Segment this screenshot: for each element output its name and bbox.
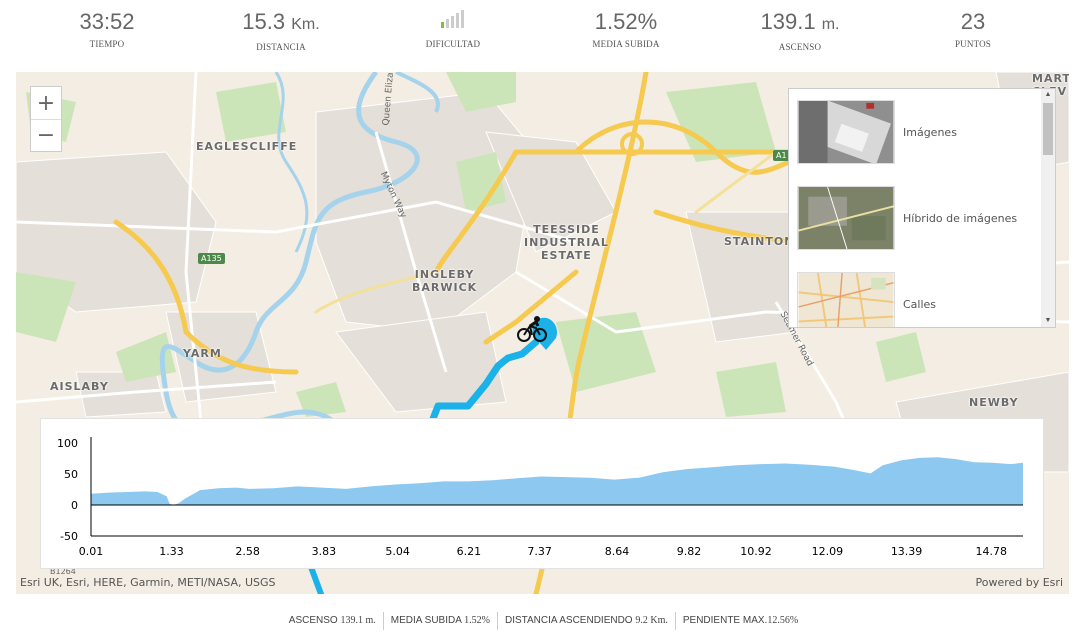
stats-header: 33:52 TIEMPO 15.3 Km. DISTANCIA DIFICULT… xyxy=(0,0,1087,60)
x-tick-label: 3.83 xyxy=(312,545,337,558)
footer-ascenso-label: ASCENSO xyxy=(288,615,338,626)
stat-tiempo-label: TIEMPO xyxy=(89,39,125,49)
footer-distancia-ascendiendo: DISTANCIA ASCENDIENDO 9.2 Km. xyxy=(496,612,675,630)
x-tick-label: 12.09 xyxy=(812,545,844,558)
x-tick-label: 10.92 xyxy=(740,545,772,558)
x-tick-label: 9.82 xyxy=(677,545,702,558)
elevation-profile: 100 50 0 -50 0.01 1.33 2.58 3.83 5.04 6.21 7.37 8.6… xyxy=(40,418,1044,569)
map-label-yarm: YARM xyxy=(183,347,222,360)
stat-tiempo-value: 33:52 xyxy=(79,9,135,34)
zoom-control: + − xyxy=(30,86,62,152)
elevation-area xyxy=(91,457,1023,505)
footer-pendiente-max-label: PENDIENTE MAX. xyxy=(682,615,768,626)
basemap-option-hibrido[interactable]: Híbrido de imágenes xyxy=(797,185,1037,251)
stat-distancia-value: 15.3 Km. xyxy=(196,8,366,39)
gallery-scrollbar[interactable]: ▲ ▼ xyxy=(1041,89,1055,327)
x-tick-label: 5.04 xyxy=(385,545,410,558)
map-label-stainton: STAINTON xyxy=(724,235,795,248)
x-tick-label: 1.33 xyxy=(159,545,184,558)
stat-distancia-unit: Km. xyxy=(291,16,320,33)
cyclist-icon[interactable] xyxy=(516,314,548,344)
footer-ascenso-value: 139.1 m. xyxy=(340,615,376,626)
difficulty-bar xyxy=(451,16,454,28)
scroll-down-icon[interactable]: ▼ xyxy=(1041,315,1055,327)
basemap-label-hibrido: Híbrido de imágenes xyxy=(903,211,1018,225)
x-tick-label: 13.39 xyxy=(891,545,923,558)
footer-distancia-ascendiendo-label: DISTANCIA ASCENDIENDO xyxy=(504,615,633,626)
stat-ascenso-number: 139.1 xyxy=(760,9,816,34)
difficulty-bar xyxy=(461,10,464,28)
x-tick-label: 7.37 xyxy=(527,545,552,558)
scroll-up-icon[interactable]: ▲ xyxy=(1041,89,1055,101)
stat-media-subida-label: MEDIA SUBIDA xyxy=(592,39,660,49)
road-shield-a135: A135 xyxy=(198,253,225,264)
stat-media-subida-value: 1.52% xyxy=(594,9,658,34)
satellite-thumbnail-icon xyxy=(797,100,895,164)
map-label-newby: NEWBY xyxy=(969,396,1019,409)
powered-by-esri[interactable]: Powered by Esri xyxy=(975,576,1063,589)
stat-ascenso: 139.1 m. ASCENSO xyxy=(715,8,885,52)
footer-media-subida-label: MEDIA SUBIDA xyxy=(390,615,462,626)
zoom-out-button[interactable]: − xyxy=(31,119,61,151)
footer-media-subida: MEDIA SUBIDA 1.52% xyxy=(382,612,497,630)
streets-thumbnail-icon xyxy=(797,272,895,327)
stat-dificultad-label: DIFICULTAD xyxy=(425,39,481,49)
footer-distancia-ascendiendo-value: 9.2 Km. xyxy=(635,615,668,626)
stat-ascenso-label: ASCENSO xyxy=(778,42,822,52)
stat-distancia-label: DISTANCIA xyxy=(256,42,306,52)
y-tick-label: -50 xyxy=(60,530,78,543)
x-tick-label: 6.21 xyxy=(457,545,482,558)
difficulty-bar xyxy=(441,22,444,28)
x-tick-label: 2.58 xyxy=(235,545,260,558)
difficulty-bar xyxy=(456,13,459,28)
map-label-aislaby: AISLABY xyxy=(50,380,109,393)
stat-media-subida: 1.52% MEDIA SUBIDA xyxy=(541,8,711,49)
difficulty-bars-icon xyxy=(441,8,465,36)
basemap-label-imagenes: Imágenes xyxy=(903,125,957,139)
y-tick-label: 0 xyxy=(71,499,78,512)
map-label-ingleby-barwick: INGLEBY BARWICK xyxy=(412,268,478,294)
route-summary-footer: ASCENSO 139.1 m. MEDIA SUBIDA 1.52% DISTAN… xyxy=(0,612,1087,630)
basemap-gallery[interactable]: Imágenes Híbrido de imágenes Calles ▲ ▼ xyxy=(788,88,1056,328)
y-tick-label: 50 xyxy=(64,468,78,481)
stat-puntos: 23 PUNTOS xyxy=(888,8,1058,49)
footer-media-subida-value: 1.52% xyxy=(464,615,490,626)
stat-tiempo: 33:52 TIEMPO xyxy=(22,8,192,49)
stat-distancia-number: 15.3 xyxy=(242,9,286,34)
map-attribution: Esri UK, Esri, HERE, Garmin, METI/NASA, … xyxy=(20,576,276,589)
stat-puntos-value: 23 xyxy=(960,9,986,34)
stat-ascenso-unit: m. xyxy=(821,16,840,33)
y-tick-label: 100 xyxy=(57,437,78,450)
stat-ascenso-value: 139.1 m. xyxy=(715,8,885,39)
stat-dificultad: DIFICULTAD xyxy=(368,8,538,49)
scrollbar-thumb[interactable] xyxy=(1043,103,1053,155)
basemap-option-imagenes[interactable]: Imágenes xyxy=(797,99,1037,165)
stat-puntos-label: PUNTOS xyxy=(954,39,992,49)
footer-pendiente-max-value: 12.56% xyxy=(767,615,799,626)
route-map[interactable]: EAGLESCLIFFE YARM AISLABY INGLEBY BARWIC… xyxy=(16,72,1069,594)
difficulty-bar xyxy=(446,19,449,28)
footer-pendiente-max: PENDIENTE MAX.12.56% xyxy=(674,612,805,630)
x-tick-label: 0.01 xyxy=(79,545,104,558)
basemap-option-calles[interactable]: Calles xyxy=(797,271,1037,327)
map-label-eaglescliffe: EAGLESCLIFFE xyxy=(196,140,298,153)
x-tick-label: 14.78 xyxy=(976,545,1008,558)
basemap-label-calles: Calles xyxy=(903,297,937,311)
x-tick-label: 8.64 xyxy=(605,545,630,558)
footer-ascenso: ASCENSO 139.1 m. xyxy=(282,612,383,630)
hybrid-thumbnail-icon xyxy=(797,186,895,250)
map-label-teesside-industrial-estate: TEESSIDE INDUSTRIAL ESTATE xyxy=(524,223,609,262)
elevation-chart: 100 50 0 -500.01 1.33 2.58 3.83 5.04 6.21 7.37 8.6… xyxy=(57,437,1023,558)
zoom-in-button[interactable]: + xyxy=(31,87,61,119)
stat-distancia: 15.3 Km. DISTANCIA xyxy=(196,8,366,52)
